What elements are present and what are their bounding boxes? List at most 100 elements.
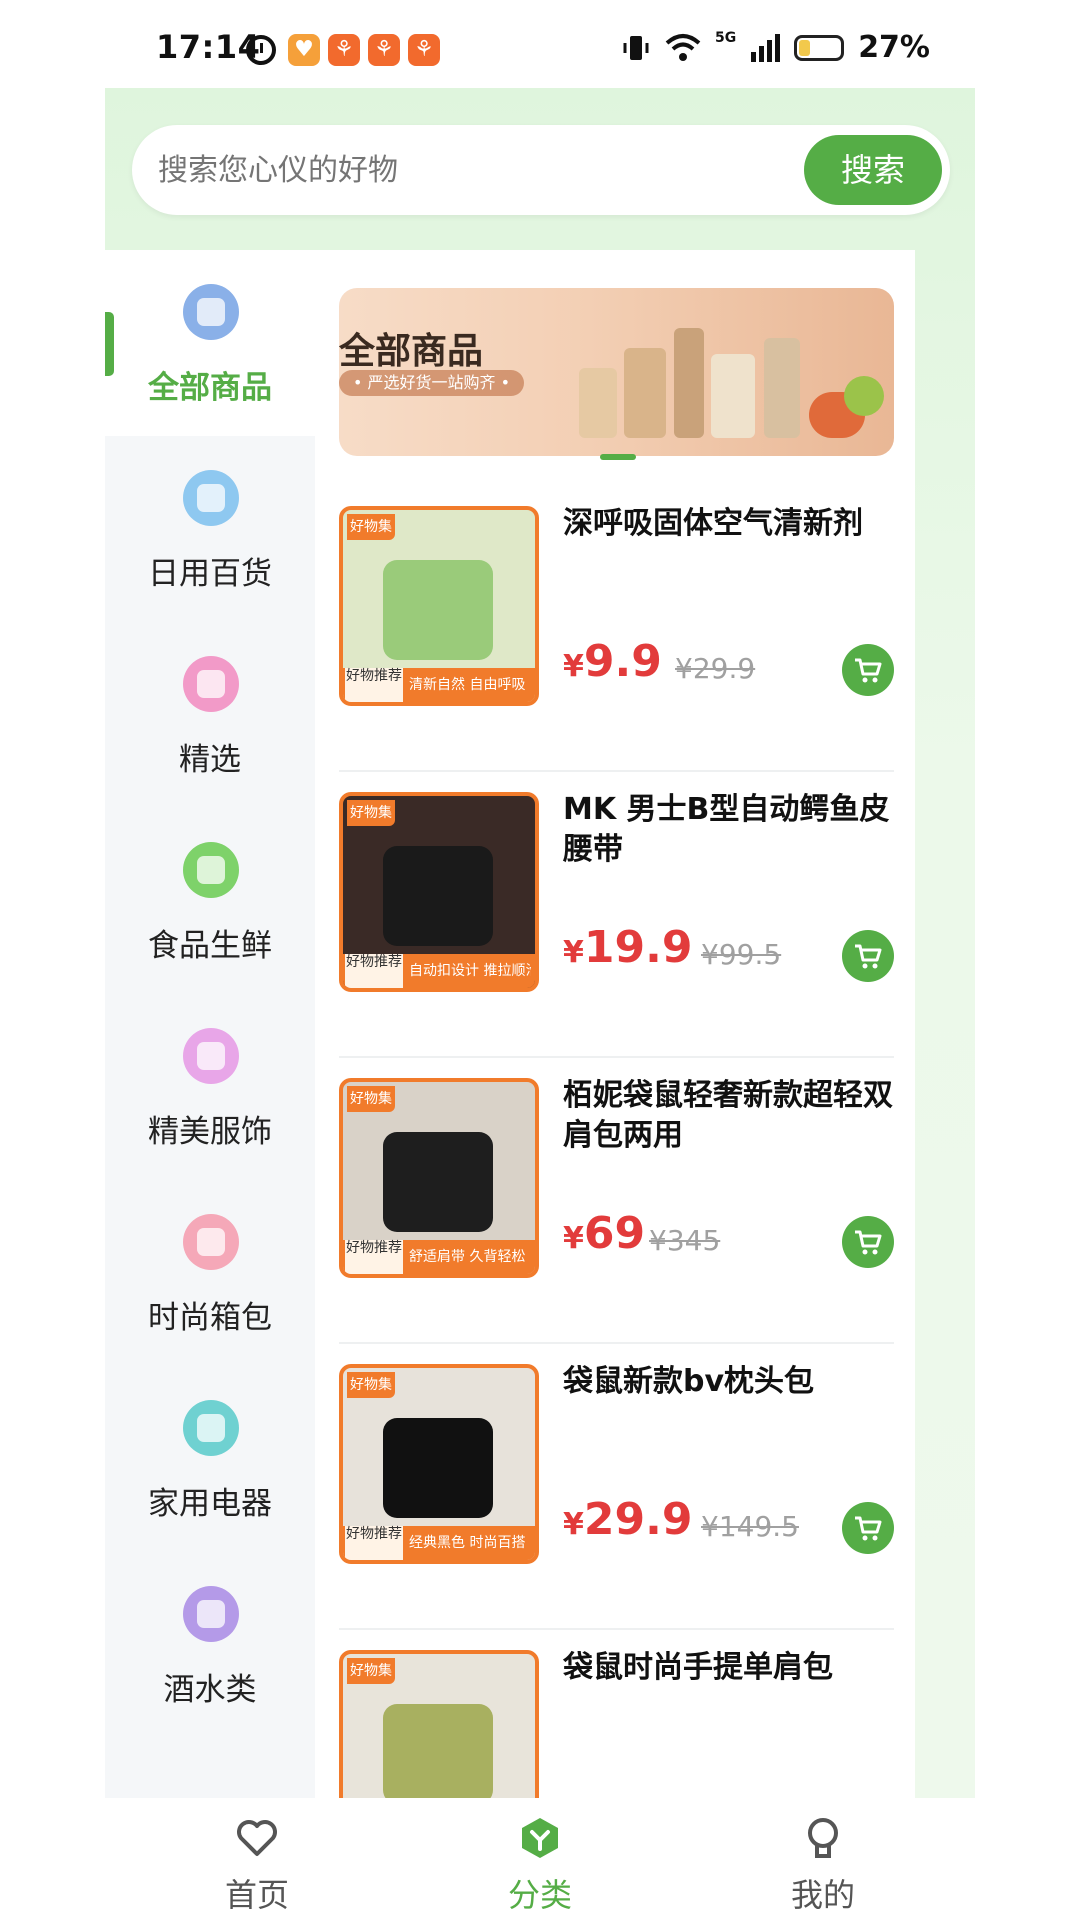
- jar-image: [711, 354, 755, 438]
- banner-title: 全部商品: [339, 331, 484, 372]
- all-goods-icon: [183, 284, 239, 340]
- promo-slogan: 舒适肩带 久背轻松: [409, 1249, 526, 1265]
- search-button[interactable]: 搜索: [804, 135, 942, 205]
- handbag-icon: [183, 1214, 239, 1270]
- dress-icon: [183, 1028, 239, 1084]
- fruit-basket-icon: [183, 842, 239, 898]
- add-to-cart-button[interactable]: [842, 1502, 894, 1554]
- bottom-tab-bar: 首页 分类 我的: [105, 1798, 975, 1920]
- sidebar-item-label: 酒水类: [163, 1672, 257, 1708]
- product-item[interactable]: 好物集 好物推荐 清新自然 自由呼吸 深呼吸固体空气清新剂 ¥9.9 ¥29.9: [339, 486, 894, 772]
- original-price: ¥149.5: [701, 1510, 799, 1543]
- product-price: ¥19.9: [563, 922, 692, 973]
- product-image[interactable]: 好物集好物推荐 自动扣设计 推拉顺滑: [339, 792, 539, 992]
- promo-tag: 好物推荐: [345, 1526, 403, 1560]
- tab-label: 我的: [790, 1876, 855, 1914]
- utensil-image: [764, 338, 800, 438]
- tab-category[interactable]: 分类: [440, 1798, 640, 1920]
- product-image[interactable]: 好物集: [339, 1650, 539, 1798]
- bottle-image: [674, 328, 704, 438]
- brand-logo: 好物集: [347, 514, 395, 540]
- battery-icon: [794, 34, 845, 61]
- sidebar-item[interactable]: 全部商品: [105, 250, 315, 436]
- product-title[interactable]: 栢妮袋鼠轻奢新款超轻双肩包两用: [563, 1076, 893, 1156]
- product-image[interactable]: 好物集好物推荐 清新自然 自由呼吸: [339, 506, 539, 706]
- status-time: 17:14: [156, 28, 261, 66]
- product-item[interactable]: 好物集 好物推荐 经典黑色 时尚百搭 袋鼠新款bv枕头包 ¥29.9 ¥149.5: [339, 1344, 894, 1630]
- price-value: 19.9: [583, 922, 693, 973]
- product-image[interactable]: 好物集 好物推荐 经典黑色 时尚百搭: [339, 1364, 539, 1564]
- vibrate-icon: [623, 35, 649, 60]
- sidebar-item[interactable]: 精选: [105, 622, 315, 808]
- status-bar: 17:14 ♥ ⚘ ⚘ ⚘ 5G 27%: [0, 0, 1080, 100]
- promo-slogan: 清新自然 自由呼吸: [409, 677, 526, 693]
- app-notification-icon: ⚘: [408, 34, 440, 66]
- carousel-indicator: [600, 454, 636, 460]
- category-banner[interactable]: 全部商品 • 严选好货一站购齐 •: [339, 288, 894, 456]
- currency-symbol: ¥: [563, 1221, 584, 1256]
- add-to-cart-button[interactable]: [842, 644, 894, 696]
- sidebar-item[interactable]: 家用电器: [105, 1366, 315, 1552]
- price-value: 69: [583, 1208, 646, 1259]
- sidebar-item[interactable]: 食品生鲜: [105, 808, 315, 994]
- product-item[interactable]: 好物集 袋鼠时尚手提单肩包: [339, 1630, 894, 1798]
- banner-subtitle: • 严选好货一站购齐 •: [339, 370, 525, 396]
- promo-strip: 好物推荐 清新自然 自由呼吸: [343, 668, 535, 702]
- tab-label: 分类: [507, 1876, 572, 1914]
- sidebar-item-label: 精美服饰: [148, 1114, 272, 1150]
- daily-goods-icon: [183, 470, 239, 526]
- search-bar: 搜索: [132, 125, 950, 217]
- original-price: ¥29.9: [675, 652, 756, 685]
- currency-symbol: ¥: [563, 1507, 584, 1542]
- product-image[interactable]: 好物集好物推荐 舒适肩带 久背轻松: [339, 1078, 539, 1278]
- cart-icon: [855, 658, 882, 683]
- promo-tag: 好物推荐: [345, 668, 403, 702]
- jar-image: [579, 368, 617, 438]
- product-item[interactable]: 好物集 好物推荐 自动扣设计 推拉顺滑 MK 男士B型自动鳄鱼皮腰带 ¥19.9 ¥99.…: [339, 772, 894, 1058]
- cart-icon: [855, 1230, 882, 1255]
- sidebar-item[interactable]: 时尚箱包: [105, 1180, 315, 1366]
- search-input[interactable]: [156, 125, 720, 217]
- sidebar-item-label: 家用电器: [148, 1486, 272, 1522]
- product-photo: [383, 1704, 493, 1798]
- product-title[interactable]: 袋鼠时尚手提单肩包: [563, 1648, 893, 1688]
- sidebar-item[interactable]: 日用百货: [105, 436, 315, 622]
- tab-profile[interactable]: 我的: [723, 1798, 923, 1920]
- wine-icon: [183, 1586, 239, 1642]
- sidebar-item[interactable]: 酒水类: [105, 1552, 315, 1738]
- category-icon: [522, 1818, 558, 1858]
- price-value: 9.9: [583, 636, 662, 687]
- network-type: 5G: [714, 29, 737, 46]
- heart-outline-icon: [237, 1820, 277, 1856]
- promo-tag: 好物推荐: [345, 954, 403, 988]
- product-title[interactable]: 深呼吸固体空气清新剂: [563, 504, 893, 544]
- product-title[interactable]: 袋鼠新款bv枕头包: [563, 1362, 893, 1402]
- brand-logo: 好物集: [347, 1086, 395, 1112]
- currency-symbol: ¥: [563, 935, 584, 970]
- sidebar-item-label: 日用百货: [148, 556, 272, 592]
- cart-icon: [855, 944, 882, 969]
- brand-logo: 好物集: [347, 1658, 395, 1684]
- add-to-cart-button[interactable]: [842, 930, 894, 982]
- cart-icon: [855, 1516, 882, 1541]
- battery-percent: 27%: [858, 30, 930, 65]
- sidebar-item[interactable]: 精美服饰: [105, 994, 315, 1180]
- original-price: ¥345: [649, 1224, 721, 1257]
- promo-strip: 好物推荐 经典黑色 时尚百搭: [343, 1526, 535, 1560]
- category-sidebar: 全部商品日用百货精选食品生鲜精美服饰时尚箱包家用电器酒水类: [105, 250, 315, 1798]
- product-item[interactable]: 好物集 好物推荐 舒适肩带 久背轻松 栢妮袋鼠轻奢新款超轻双肩包两用 ¥69 ¥345: [339, 1058, 894, 1344]
- tab-home[interactable]: 首页: [157, 1798, 357, 1920]
- add-to-cart-button[interactable]: [842, 1216, 894, 1268]
- product-photo: [383, 1132, 493, 1232]
- product-title[interactable]: MK 男士B型自动鳄鱼皮腰带: [563, 790, 893, 870]
- sidebar-item-label: 全部商品: [148, 370, 272, 406]
- app-notification-icon: ♥: [288, 34, 320, 66]
- sidebar-item-label: 时尚箱包: [148, 1300, 272, 1336]
- promo-strip: 好物推荐 舒适肩带 久背轻松: [343, 1240, 535, 1274]
- brand-logo: 好物集: [347, 800, 395, 826]
- heart-icon: [183, 656, 239, 712]
- promo-slogan: 经典黑色 时尚百搭: [409, 1535, 526, 1551]
- sidebar-item-label: 精选: [179, 742, 241, 778]
- app-notification-icon: ⚘: [368, 34, 400, 66]
- promo-slogan: 自动扣设计 推拉顺滑: [409, 963, 531, 979]
